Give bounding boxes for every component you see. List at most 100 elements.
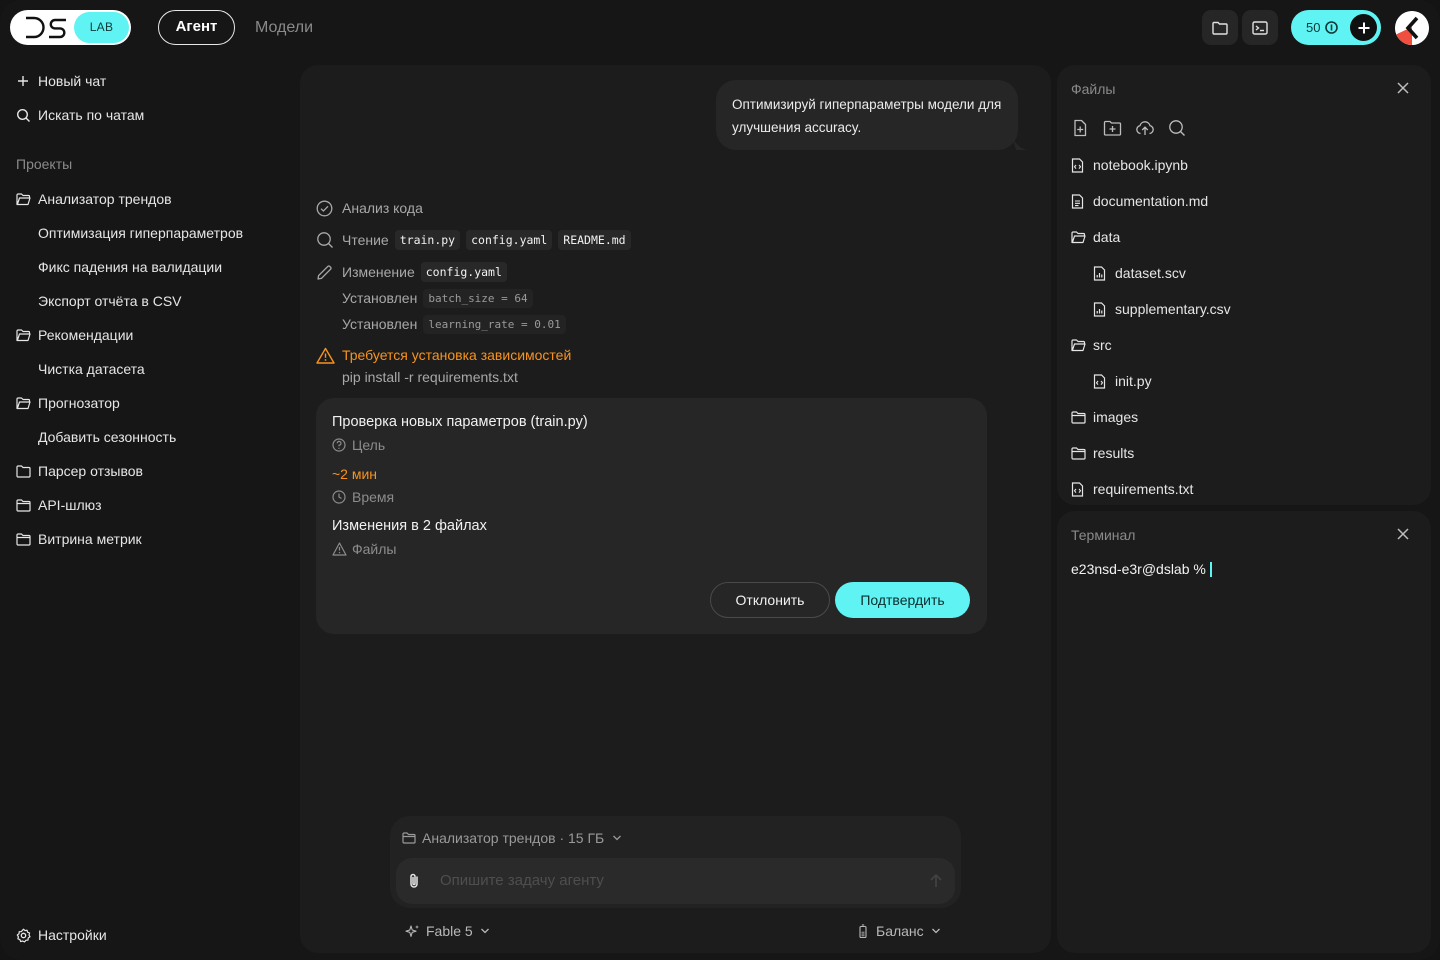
sidebar-chat-validation-fix[interactable]: Фикс падения на валидации — [38, 255, 222, 279]
sidebar-project-trends[interactable]: Анализатор трендов — [16, 187, 172, 211]
step-reading: Чтение train.py config.yaml README.md — [316, 229, 631, 251]
sidebar-project-review-parser[interactable]: Парсер отзывов — [16, 459, 143, 483]
model-selector[interactable]: Fable 5 — [405, 921, 490, 941]
battery-icon — [859, 923, 867, 938]
lab-badge: LAB — [74, 12, 129, 43]
sidebar-item-label: Парсер отзывов — [38, 463, 143, 479]
set-batch-size: Установлен batch_size = 64 — [342, 287, 533, 309]
file-chip-config-edit[interactable]: config.yaml — [420, 262, 507, 282]
files-toggle-button[interactable] — [1202, 10, 1238, 45]
folder-name: results — [1093, 445, 1135, 461]
file-supplementary[interactable]: supplementary.csv — [1093, 298, 1231, 320]
file-chip-train[interactable]: train.py — [394, 230, 461, 250]
sidebar-project-metrics[interactable]: Витрина метрик — [16, 527, 142, 551]
file-name: dataset.scv — [1115, 265, 1186, 281]
file-chip-config[interactable]: config.yaml — [466, 230, 553, 250]
text-file-icon — [1071, 193, 1093, 209]
close-icon[interactable] — [1397, 82, 1409, 94]
settings-label: Настройки — [38, 927, 107, 943]
reject-button[interactable]: Отклонить — [710, 582, 830, 618]
settings-button[interactable]: Настройки — [16, 923, 107, 947]
new-folder-icon[interactable] — [1103, 119, 1122, 137]
time-label: Время — [352, 489, 395, 505]
file-requirements[interactable]: requirements.txt — [1071, 478, 1193, 500]
send-arrow-icon[interactable] — [929, 873, 943, 889]
folder-name: images — [1093, 409, 1139, 425]
add-credits-button[interactable] — [1350, 14, 1377, 41]
terminal-toggle-button[interactable] — [1242, 10, 1278, 45]
chevron-down-icon — [613, 835, 622, 841]
folder-name: src — [1093, 337, 1112, 353]
sparkle-icon — [405, 924, 419, 937]
sidebar-item-label: Витрина метрик — [38, 531, 142, 547]
file-name: init.py — [1115, 373, 1152, 389]
set-value: batch_size = 64 — [423, 288, 533, 308]
file-name: documentation.md — [1093, 193, 1209, 209]
project-context-label: Анализатор трендов · 15 ГБ — [422, 830, 605, 846]
files-label: Файлы — [352, 541, 397, 557]
app-window: LAB Агент Модели 50 Новый чат Искать по … — [0, 0, 1440, 960]
user-avatar[interactable] — [1395, 11, 1429, 45]
sidebar-project-forecaster[interactable]: Прогнозатор — [16, 391, 120, 415]
paperclip-icon[interactable] — [406, 872, 422, 890]
brand-logo[interactable]: LAB — [10, 10, 131, 45]
folder-data[interactable]: data — [1071, 226, 1120, 248]
time-value: ~2 мин — [332, 466, 378, 482]
file-dataset[interactable]: dataset.scv — [1093, 262, 1186, 284]
folder-open-icon — [16, 328, 38, 342]
terminal-prompt-line[interactable]: e23nsd-e3r@dslab % — [1071, 561, 1212, 577]
file-name: notebook.ipynb — [1093, 157, 1188, 173]
warning-text: Требуется установка зависимостей — [342, 347, 572, 363]
step-warning: Требуется установка зависимостей — [316, 344, 571, 366]
terminal-panel[interactable]: Терминал e23nsd-e3r@dslab % — [1057, 511, 1431, 953]
folder-icon — [16, 498, 38, 512]
clock-icon — [332, 490, 352, 504]
sidebar-item-label: Чистка датасета — [38, 361, 145, 377]
new-chat-label: Новый чат — [38, 73, 107, 89]
message-tail-icon — [1012, 137, 1030, 150]
upload-cloud-icon[interactable] — [1135, 119, 1155, 137]
folder-src[interactable]: src — [1071, 334, 1112, 356]
search-chats-button[interactable]: Искать по чатам — [16, 103, 144, 127]
sidebar-chat-seasonality[interactable]: Добавить сезонность — [38, 425, 176, 449]
task-input[interactable]: Опишите задачу агенту — [396, 858, 955, 904]
folder-icon — [16, 532, 38, 546]
composer: Анализатор трендов · 15 ГБ Опишите задач… — [390, 816, 961, 908]
new-file-icon[interactable] — [1071, 119, 1089, 137]
folder-icon — [16, 464, 38, 478]
new-chat-button[interactable]: Новый чат — [16, 69, 106, 93]
file-notebook[interactable]: notebook.ipynb — [1071, 154, 1188, 176]
file-documentation[interactable]: documentation.md — [1071, 190, 1208, 212]
goal-label: Цель — [352, 437, 386, 453]
sidebar-chat-dataset-clean[interactable]: Чистка датасета — [38, 357, 145, 381]
sidebar: Новый чат Искать по чатам Проекты Анализ… — [0, 56, 300, 960]
model-label: Fable 5 — [426, 923, 473, 939]
credits-pill[interactable]: 50 — [1291, 10, 1381, 45]
nav-agent-tab[interactable]: Агент — [158, 10, 235, 45]
sidebar-chat-csv-export[interactable]: Экспорт отчёта в CSV — [38, 289, 182, 313]
files-meta: Файлы — [332, 540, 396, 558]
set-label: Установлен — [342, 316, 418, 332]
sidebar-project-api-gateway[interactable]: API-шлюз — [16, 493, 102, 517]
file-name: requirements.txt — [1093, 481, 1194, 497]
balance-selector[interactable]: Баланс — [858, 921, 941, 941]
gear-icon — [16, 928, 38, 943]
plus-icon — [1358, 22, 1369, 33]
sidebar-project-recommendations[interactable]: Рекомендации — [16, 323, 133, 347]
folder-results[interactable]: results — [1071, 442, 1134, 464]
confirm-button[interactable]: Подтвердить — [835, 582, 970, 618]
project-context-selector[interactable]: Анализатор трендов · 15 ГБ — [402, 828, 622, 848]
terminal-prompt: e23nsd-e3r@dslab % — [1071, 561, 1206, 577]
folder-images[interactable]: images — [1071, 406, 1138, 428]
search-icon[interactable] — [1168, 119, 1186, 137]
task-input-placeholder: Опишите задачу агенту — [440, 872, 604, 889]
files-panel-title: Файлы — [1071, 81, 1116, 97]
sidebar-chat-hyperparams[interactable]: Оптимизация гиперпараметров — [38, 221, 243, 245]
sidebar-item-label: Рекомендации — [38, 327, 134, 343]
file-init[interactable]: init.py — [1093, 370, 1152, 392]
folder-open-icon — [16, 192, 38, 206]
search-icon — [16, 108, 38, 123]
file-chip-readme[interactable]: README.md — [558, 230, 631, 250]
nav-models-tab[interactable]: Модели — [255, 10, 313, 45]
close-icon[interactable] — [1397, 528, 1409, 540]
